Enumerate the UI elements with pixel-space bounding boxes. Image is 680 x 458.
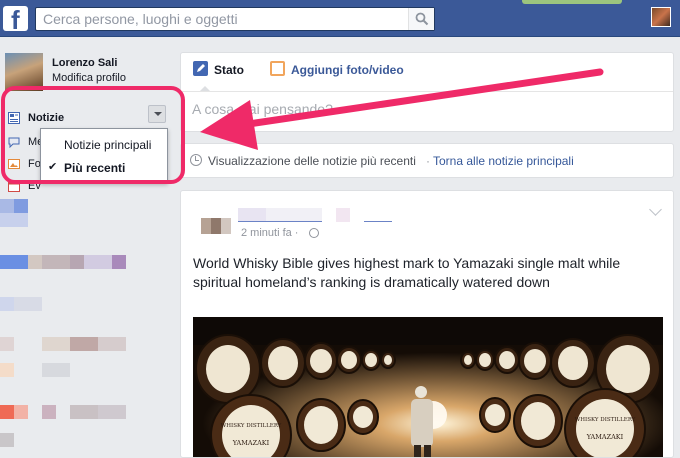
edit-profile-link[interactable]: Modifica profilo: [52, 72, 126, 84]
blurred-sidebar-item: [0, 255, 28, 269]
globe-icon: [309, 228, 319, 238]
blurred-sidebar-item: [112, 255, 126, 269]
feed-sort-status-text: Visualizzazione delle notizie più recent…: [208, 154, 416, 168]
barrel-label: WHISKY DISTILLERY: [575, 417, 636, 423]
blurred-sidebar-item: [70, 405, 98, 419]
blurred-sidebar-item: [0, 363, 14, 377]
news-options-dropdown-button[interactable]: [148, 105, 166, 123]
post-text: World Whisky Bible gives highest mark to…: [193, 255, 621, 290]
facebook-logo[interactable]: f: [3, 6, 28, 31]
status-input[interactable]: [192, 98, 652, 120]
blurred-sidebar-item: [98, 337, 126, 351]
menu-item-top-stories[interactable]: Notizie principali: [41, 135, 167, 155]
search-box: [35, 7, 435, 31]
profile-name[interactable]: Lorenzo Sali: [52, 57, 117, 69]
blurred-sidebar-item: [0, 337, 14, 351]
blurred-sidebar-item: [98, 405, 126, 419]
search-input[interactable]: [36, 8, 406, 30]
photos-icon: [8, 159, 20, 169]
back-to-top-stories-link[interactable]: Torna alle notizie principali: [433, 154, 574, 168]
post-author-name-blurred[interactable]: [238, 208, 392, 222]
news-sort-menu: Notizie principali ✔ Più recenti: [40, 128, 168, 183]
messages-icon: [8, 137, 20, 148]
barrel-label: YAMAZAKI: [232, 439, 270, 447]
blurred-sidebar-item: [0, 297, 14, 311]
post-options-chevron-icon[interactable]: [649, 203, 662, 216]
blurred-sidebar-item: [14, 297, 42, 311]
feed-sort-info-bar: Visualizzazione delle notizie più recent…: [180, 143, 674, 178]
blurred-sidebar-item: [14, 199, 28, 213]
pencil-icon: [193, 61, 208, 76]
photo-icon: [270, 61, 285, 76]
blurred-sidebar-item: [42, 255, 70, 269]
profile-picture[interactable]: [5, 53, 43, 91]
user-avatar-small[interactable]: [651, 7, 671, 27]
blurred-sidebar-item: [42, 337, 70, 351]
sidebar-item-news[interactable]: Notizie: [6, 109, 166, 127]
barrel-label: YAMAZAKI: [586, 433, 624, 441]
menu-item-most-recent[interactable]: ✔ Più recenti: [41, 158, 167, 178]
barrel-label: WHISKY DISTILLERY: [221, 423, 282, 429]
blurred-sidebar-item: [0, 199, 14, 213]
checkmark-icon: ✔: [48, 161, 58, 173]
top-navigation-bar: f: [0, 0, 680, 37]
left-sidebar: Lorenzo Sali Modifica profilo Notizie Me…: [0, 37, 170, 458]
blurred-sidebar-item: [84, 255, 112, 269]
blurred-sidebar-item: [0, 213, 28, 227]
blurred-sidebar-item: [0, 433, 14, 447]
blurred-sidebar-item: [42, 405, 56, 419]
events-icon: [8, 181, 20, 192]
search-icon: [415, 12, 429, 26]
clock-icon: [190, 154, 202, 166]
blurred-sidebar-item: [70, 255, 84, 269]
blurred-sidebar-item: [0, 405, 14, 419]
notification-strip: [522, 0, 622, 4]
composer-divider: [181, 91, 673, 92]
blurred-sidebar-item: [14, 405, 28, 419]
blurred-sidebar-item: [42, 363, 70, 377]
post-image-whisky-barrels[interactable]: WHISKY DISTILLERY YAMAZAKI WHISKY DISTIL…: [193, 317, 663, 457]
status-composer: Stato Aggiungi foto/video: [180, 52, 674, 132]
news-feed-post: 2 minuti fa · World Whisky Bible gives h…: [180, 190, 674, 458]
blurred-sidebar-item: [28, 255, 42, 269]
blurred-sidebar-item: [70, 337, 98, 351]
search-button[interactable]: [408, 8, 434, 30]
news-feed-icon: [8, 112, 20, 124]
post-timestamp[interactable]: 2 minuti fa ·: [241, 227, 298, 239]
sidebar-item-news-label: Notizie: [28, 112, 65, 124]
barrel-warehouse-image: WHISKY DISTILLERY YAMAZAKI WHISKY DISTIL…: [193, 317, 663, 457]
post-author-avatar[interactable]: [201, 218, 231, 234]
